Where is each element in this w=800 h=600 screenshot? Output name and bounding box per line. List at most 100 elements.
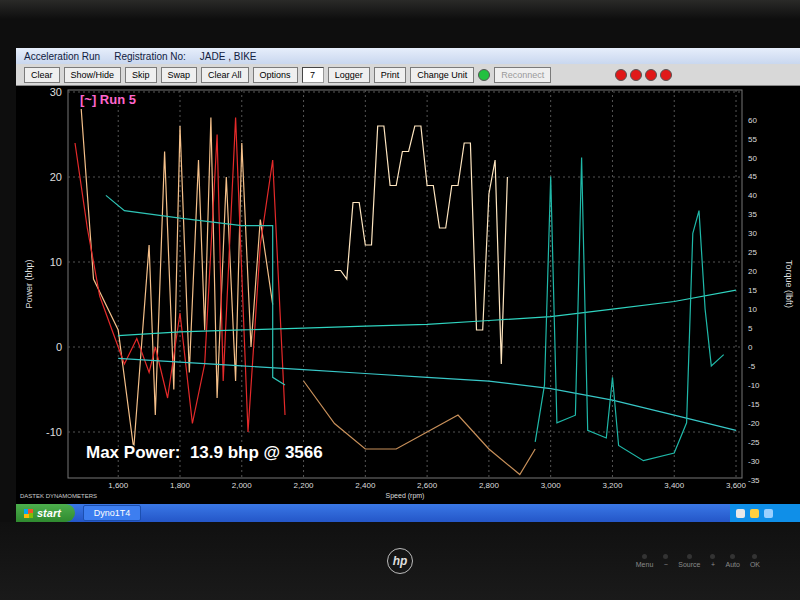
y-right-tick: 30 xyxy=(748,229,757,238)
alarm-lights xyxy=(615,69,672,81)
y-right-tick: 55 xyxy=(748,135,757,144)
x-tick: 1,800 xyxy=(170,481,191,490)
control-button-icon xyxy=(752,554,757,559)
y-right-tick: -25 xyxy=(748,438,760,447)
alarm-light xyxy=(645,69,657,81)
grid-line xyxy=(427,90,428,478)
y-right-tick: 35 xyxy=(748,210,757,219)
x-tick: 2,000 xyxy=(232,481,253,490)
data-series xyxy=(335,126,508,364)
x-tick: 2,400 xyxy=(355,481,376,490)
control-button-icon xyxy=(710,554,715,559)
toolbar-button[interactable]: Swap xyxy=(161,67,198,83)
x-tick: 3,000 xyxy=(541,481,562,490)
monitor-control[interactable]: Auto xyxy=(725,554,739,568)
monitor-control[interactable]: Source xyxy=(678,554,700,568)
screen-row: Acceleration Run Registration No: JADE , B… xyxy=(0,48,800,522)
y-right-tick: 20 xyxy=(748,267,757,276)
monitor-photo: Acceleration Run Registration No: JADE , B… xyxy=(0,0,800,600)
tray-volume-icon[interactable] xyxy=(764,509,773,518)
taskbar: start Dyno1T4 xyxy=(16,504,800,522)
y-left-tick: 0 xyxy=(56,341,62,353)
grid-line xyxy=(118,90,119,478)
monitor-controls: Menu−Source + Auto OK xyxy=(413,554,800,568)
data-series xyxy=(535,158,724,461)
data-series xyxy=(118,290,736,335)
grid-line xyxy=(68,347,742,348)
tray-shield-icon[interactable] xyxy=(750,509,759,518)
x-tick: 3,600 xyxy=(726,481,747,490)
registration-label: Registration No: xyxy=(114,51,186,62)
grid-line xyxy=(365,90,366,478)
data-series xyxy=(106,195,285,385)
y-right-tick: 60 xyxy=(748,116,757,125)
toolbar-button[interactable]: Clear xyxy=(24,67,60,83)
toolbar-button[interactable]: Logger xyxy=(328,67,370,83)
tray-network-icon[interactable] xyxy=(736,509,745,518)
task-button[interactable]: Dyno1T4 xyxy=(83,505,142,521)
monitor-control[interactable]: OK xyxy=(750,554,760,568)
y-right-tick: -35 xyxy=(748,476,760,485)
window-title: Acceleration Run xyxy=(24,51,100,62)
monitor-control[interactable]: − xyxy=(663,554,668,568)
max-power: Max Power: 13.9 bhp @ 3566 xyxy=(86,443,323,462)
toolbar-button[interactable]: Skip xyxy=(125,67,157,83)
grid-line xyxy=(612,90,613,478)
windows-flag-icon xyxy=(24,509,33,518)
y-right-tick: 40 xyxy=(748,191,757,200)
grid-line xyxy=(68,432,742,433)
control-button-icon xyxy=(687,554,692,559)
y-right-tick: -30 xyxy=(748,457,760,466)
y-right-tick: 45 xyxy=(748,172,757,181)
control-button-icon xyxy=(663,554,668,559)
screen: Acceleration Run Registration No: JADE , B… xyxy=(16,48,800,522)
toolbar-button[interactable]: Show/Hide xyxy=(64,67,122,83)
control-button-icon xyxy=(730,554,735,559)
dyno-chart: 1,6001,8002,0002,2002,4002,6002,8003,000… xyxy=(16,86,800,504)
hp-logo: hp xyxy=(387,548,413,574)
x-tick: 2,800 xyxy=(479,481,500,490)
toolbar-button[interactable]: Change Unit xyxy=(410,67,474,83)
data-series xyxy=(75,118,285,433)
toolbar-button[interactable]: Print xyxy=(374,67,407,83)
y-right-tick: 0 xyxy=(748,343,753,352)
y-right-tick: 5 xyxy=(748,324,753,333)
alarm-light xyxy=(615,69,627,81)
x-tick: 2,600 xyxy=(417,481,438,490)
y-left-tick: 10 xyxy=(50,256,62,268)
title-bar: Acceleration Run Registration No: JADE , B… xyxy=(16,48,800,64)
run-number-field[interactable]: 7 xyxy=(302,67,324,83)
grid-line xyxy=(550,90,551,478)
start-button[interactable]: start xyxy=(16,504,75,522)
control-button-icon xyxy=(642,554,647,559)
x-tick: 3,400 xyxy=(664,481,685,490)
toolbar-button[interactable]: Options xyxy=(253,67,298,83)
data-series xyxy=(81,109,273,449)
toolbar-button[interactable]: Clear All xyxy=(201,67,249,83)
chart-area: 1,6001,8002,0002,2002,4002,6002,8003,000… xyxy=(16,86,800,504)
x-title: Speed (rpm) xyxy=(386,492,425,500)
grid-line xyxy=(674,90,675,478)
plot-frame xyxy=(68,90,742,478)
y-right-tick: 10 xyxy=(748,305,757,314)
run-label: [~] Run 5 xyxy=(80,92,136,107)
toolbar: ClearShow/HideSkipSwapClear AllOptions7L… xyxy=(16,64,800,86)
y-right-tick: -10 xyxy=(748,381,760,390)
left-bezel xyxy=(0,48,16,522)
toolbar-button[interactable]: Reconnect xyxy=(494,67,551,83)
data-series xyxy=(304,381,536,475)
y-right-tick: 25 xyxy=(748,248,757,257)
monitor-control[interactable]: + xyxy=(710,554,715,568)
y-right-title: Torque (lbft) xyxy=(784,260,794,308)
y-right-tick: -20 xyxy=(748,419,760,428)
y-right-tick: -15 xyxy=(748,400,760,409)
grid-line xyxy=(488,90,489,478)
alarm-light xyxy=(630,69,642,81)
grid-line xyxy=(68,92,742,93)
monitor-control[interactable]: Menu xyxy=(636,554,654,568)
grid-line xyxy=(303,90,304,478)
registration-value: JADE , BIKE xyxy=(200,51,257,62)
y-left-title: Power (bhp) xyxy=(24,259,34,308)
y-right-tick: 50 xyxy=(748,154,757,163)
brand-label: DASTEK DYNAMOMETERS xyxy=(20,493,97,499)
